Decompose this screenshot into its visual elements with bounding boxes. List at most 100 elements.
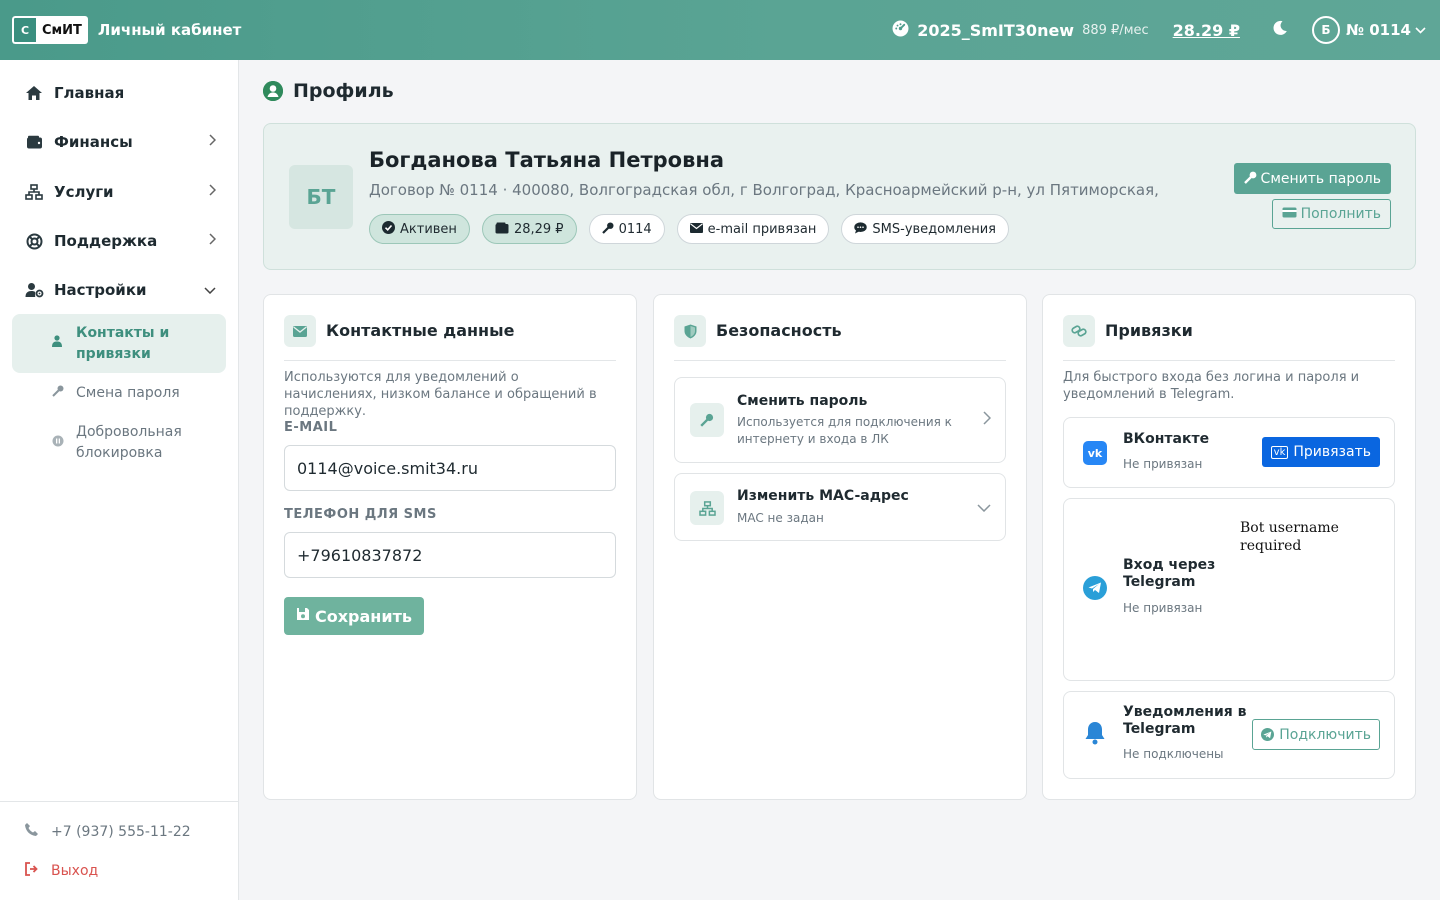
bot-username-note: Bot username required [1240, 520, 1339, 554]
contacts-description: Используются для уведомлений о начислени… [284, 370, 597, 419]
login-badge: 0114 [588, 214, 665, 244]
sms-badge-text: SMS-уведомления [872, 221, 996, 237]
logo-letter: С [12, 16, 36, 44]
network-icon [24, 184, 44, 200]
account-menu[interactable]: Б № 0114 [1311, 16, 1426, 44]
chevron-right-icon [209, 184, 217, 200]
sidebar-item-label: Настройки [54, 281, 147, 299]
bindings-card-title: Привязки [1105, 321, 1193, 340]
status-badge-text: Активен [400, 221, 457, 237]
key-icon [601, 222, 614, 237]
sidebar-item-settings[interactable]: Настройки [12, 270, 226, 310]
profile-contract: Договор № 0114 · 400080, Волгоградская о… [369, 181, 1159, 199]
vk-title: ВКонтакте [1123, 431, 1210, 447]
chevron-right-icon [983, 411, 992, 429]
page-title-text: Профиль [293, 80, 394, 102]
check-circle-icon [382, 221, 395, 237]
tariff-info[interactable]: 2025_SmIT30new 889 ₽/мес [892, 20, 1149, 41]
topup-button[interactable]: Пополнить [1271, 199, 1391, 229]
sidebar-subitem-password[interactable]: Смена пароля [12, 381, 226, 405]
logout-link[interactable]: Выход [24, 862, 98, 880]
envelope-icon [689, 222, 703, 236]
user-cog-icon [24, 282, 44, 298]
wallet-icon [495, 222, 509, 237]
key-icon [1243, 171, 1257, 187]
chevron-down-icon [977, 498, 991, 516]
header-balance[interactable]: 28.29 ₽ [1173, 21, 1240, 40]
key-icon [52, 383, 64, 404]
sidebar-subitem-block[interactable]: Добровольная блокировка [12, 420, 226, 466]
key-icon [690, 403, 724, 437]
change-mac-title: Изменить MAC-адрес [737, 488, 909, 504]
change-password-label: Сменить пароль [1260, 170, 1381, 187]
telegram-login-status: Не привязан [1123, 601, 1203, 615]
top-bar: С СмИТ Личный кабинет 2025_SmIT30new 889… [0, 0, 1440, 60]
change-password-item[interactable]: Сменить пароль Используется для подключе… [674, 377, 1006, 463]
phone-field[interactable]: +79610837872 [284, 532, 616, 578]
profile-card: БТ Богданова Татьяна Петровна Договор № … [263, 123, 1416, 270]
user-icon [52, 333, 62, 354]
link-icon [1063, 315, 1095, 347]
header-right: 2025_SmIT30new 889 ₽/мес 28.29 ₽ Б № 011… [892, 16, 1440, 44]
bindings-description: Для быстрого входа без логина и пароля и… [1063, 370, 1360, 402]
sidebar-divider [0, 801, 239, 802]
user-circle-icon [263, 81, 283, 101]
vk-binding: vk ВКонтакте Не привязан vk Привязать [1063, 417, 1395, 488]
app-title: Личный кабинет [97, 21, 242, 39]
email-badge-text: e-mail привязан [707, 221, 817, 237]
chat-icon [854, 221, 868, 237]
telegram-login-title: Вход через Telegram [1123, 557, 1216, 590]
telegram-connect-label: Подключить [1279, 726, 1371, 743]
moon-icon[interactable] [1272, 20, 1288, 41]
sidebar-item-label: Главная [54, 84, 125, 102]
change-password-button[interactable]: Сменить пароль [1233, 163, 1391, 194]
sidebar-item-finance[interactable]: Финансы [12, 122, 226, 162]
change-password-title: Сменить пароль [737, 393, 868, 409]
sidebar-item-support[interactable]: Поддержка [12, 221, 226, 261]
sidebar-item-label: Поддержка [54, 232, 158, 250]
telegram-small-icon [1261, 728, 1275, 741]
brand[interactable]: С СмИТ Личный кабинет [12, 16, 241, 44]
vk-small-icon: vk [1270, 445, 1289, 459]
card-icon [1282, 207, 1297, 221]
telegram-notify-title: Уведомления в Telegram [1123, 704, 1247, 737]
profile-avatar: БТ [289, 165, 353, 229]
email-badge: e-mail привязан [676, 214, 830, 244]
sidebar-item-label: Финансы [54, 133, 133, 151]
profile-badges: Активен 28,29 ₽ 0114 e-mail привязан SMS… [369, 214, 1021, 244]
status-badge: Активен [369, 214, 470, 244]
phone-icon [24, 822, 39, 841]
telegram-connect-button[interactable]: Подключить [1252, 719, 1380, 750]
phone-label: ТЕЛЕФОН ДЛЯ SMS [284, 507, 437, 522]
sidebar-subitem-contacts[interactable]: Контакты и привязки [12, 314, 226, 373]
wallet-icon [24, 135, 44, 150]
network-icon [690, 491, 724, 525]
support-phone[interactable]: +7 (937) 555-11-22 [24, 822, 191, 841]
balance-badge-text: 28,29 ₽ [513, 221, 564, 237]
vk-bind-button[interactable]: vk Привязать [1261, 437, 1380, 467]
telegram-login-binding: Вход через Telegram Не привязан Bot user… [1063, 498, 1395, 681]
sidebar-subitem-label: Контакты и привязки [76, 324, 170, 362]
security-card-title: Безопасность [716, 321, 842, 340]
speedometer-icon [892, 20, 909, 41]
tariff-price: 889 ₽/мес [1082, 22, 1149, 38]
avatar: Б [1311, 16, 1340, 44]
topup-label: Пополнить [1300, 206, 1381, 222]
home-icon [24, 85, 44, 101]
save-button[interactable]: Сохранить [284, 597, 424, 635]
vk-icon: vk [1082, 440, 1108, 466]
telegram-notify-binding: Уведомления в Telegram Не подключены Под… [1063, 691, 1395, 779]
bindings-card: Привязки Для быстрого входа без логина и… [1042, 294, 1416, 800]
chevron-down-icon [1415, 24, 1426, 37]
sidebar-item-home[interactable]: Главная [12, 73, 226, 113]
change-mac-subtitle: MAC не задан [737, 511, 824, 525]
contacts-card-title: Контактные данные [326, 321, 515, 340]
chevron-right-icon [209, 233, 217, 249]
shield-icon [674, 315, 706, 347]
sidebar-item-services[interactable]: Услуги [12, 172, 226, 212]
change-mac-item[interactable]: Изменить MAC-адрес MAC не задан [674, 473, 1006, 541]
email-field[interactable]: 0114@voice.smit34.ru [284, 445, 616, 491]
security-card: Безопасность Сменить пароль Используется… [653, 294, 1027, 800]
account-number: № 0114 [1345, 21, 1411, 39]
login-badge-text: 0114 [618, 221, 652, 237]
